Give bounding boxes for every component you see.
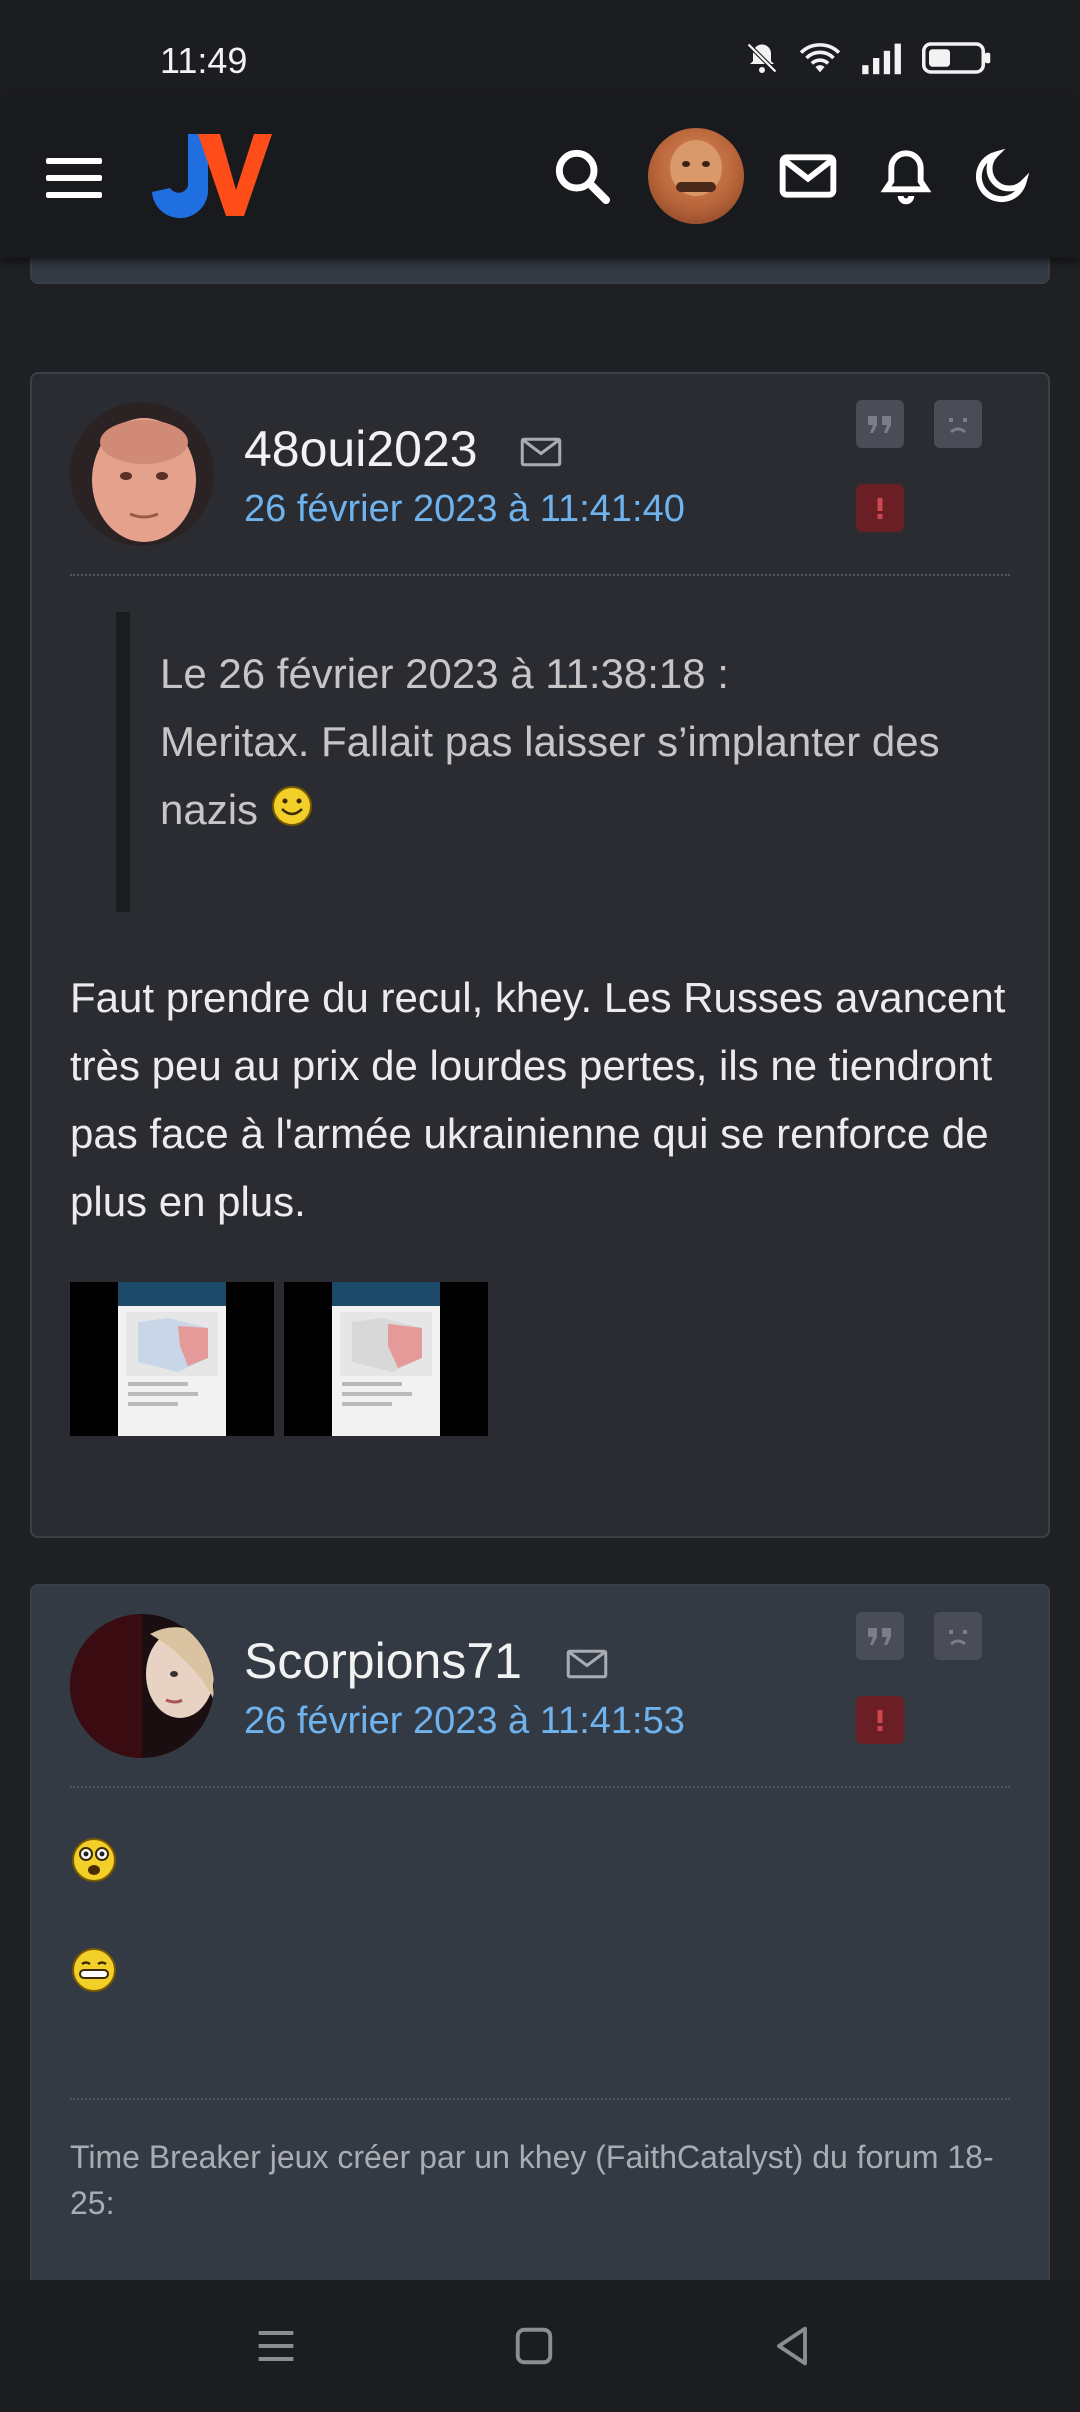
recent-apps-icon[interactable] bbox=[250, 2320, 302, 2372]
author-avatar[interactable] bbox=[70, 1614, 214, 1758]
bell-muted-icon bbox=[746, 42, 778, 74]
post-card: Scorpions71 26 février 2023 à 11:41:53 T… bbox=[30, 1584, 1050, 2280]
previous-post-card bbox=[30, 258, 1050, 284]
post-date[interactable]: 26 février 2023 à 11:41:53 bbox=[244, 1700, 685, 1743]
quote-button[interactable] bbox=[856, 1612, 904, 1660]
post-date[interactable]: 26 février 2023 à 11:41:40 bbox=[244, 488, 685, 531]
signature-text: Time Breaker jeux créer par un khey (Fai… bbox=[70, 2139, 994, 2221]
menu-icon[interactable] bbox=[46, 158, 102, 198]
status-time: 11:49 bbox=[160, 40, 248, 81]
quote-text: Meritax. Fallait pas laisser s’implanter… bbox=[160, 718, 940, 833]
app-header bbox=[0, 96, 1080, 258]
report-button[interactable] bbox=[856, 484, 904, 532]
message-feed: 48oui2023 26 février 2023 à 11:41:40 Le … bbox=[0, 258, 1080, 2280]
quote-button[interactable] bbox=[856, 400, 904, 448]
post-body: Faut prendre du recul, khey. Les Russes … bbox=[70, 974, 1006, 1225]
author-name[interactable]: 48oui2023 bbox=[244, 420, 478, 478]
mail-icon[interactable] bbox=[776, 144, 840, 208]
signature-divider bbox=[70, 2098, 1010, 2100]
quote-header: Le 26 février 2023 à 11:38:18 : bbox=[160, 650, 729, 697]
smiley-icon bbox=[271, 786, 312, 826]
image-thumbnail[interactable] bbox=[70, 1282, 274, 1436]
blockquote: Le 26 février 2023 à 11:38:18 : Meritax.… bbox=[116, 612, 956, 912]
jv-logo[interactable] bbox=[142, 126, 272, 226]
alert-icon bbox=[877, 1710, 883, 1731]
report-button[interactable] bbox=[856, 1696, 904, 1744]
back-icon[interactable] bbox=[766, 2320, 818, 2372]
mail-icon[interactable] bbox=[566, 1648, 608, 1680]
quote-icon bbox=[868, 1628, 891, 1645]
divider bbox=[70, 574, 1010, 576]
mail-icon[interactable] bbox=[520, 436, 562, 468]
divider bbox=[70, 1786, 1010, 1788]
avatar[interactable] bbox=[648, 128, 744, 224]
wifi-icon bbox=[799, 43, 841, 73]
quote-icon bbox=[868, 416, 891, 433]
search-icon[interactable] bbox=[550, 144, 614, 208]
author-avatar[interactable] bbox=[70, 402, 214, 546]
status-icons bbox=[744, 40, 992, 76]
surprised-smiley-icon bbox=[72, 1838, 116, 1882]
signal-icon bbox=[862, 43, 901, 75]
battery-icon bbox=[922, 42, 991, 74]
home-icon[interactable] bbox=[508, 2320, 560, 2372]
alert-icon bbox=[877, 498, 883, 519]
sad-face-icon bbox=[949, 418, 967, 434]
sad-face-icon bbox=[949, 1630, 967, 1646]
post-card: 48oui2023 26 février 2023 à 11:41:40 Le … bbox=[30, 372, 1050, 1538]
author-name[interactable]: Scorpions71 bbox=[244, 1632, 522, 1690]
system-nav-bar bbox=[0, 2280, 1080, 2412]
image-thumbnail[interactable] bbox=[284, 1282, 488, 1436]
bell-icon[interactable] bbox=[874, 144, 938, 208]
sad-face-button[interactable] bbox=[934, 400, 982, 448]
grin-smiley-icon bbox=[72, 1948, 116, 1992]
moon-icon[interactable] bbox=[970, 144, 1034, 208]
sad-face-button[interactable] bbox=[934, 1612, 982, 1660]
status-bar: 11:49 bbox=[0, 0, 1080, 96]
